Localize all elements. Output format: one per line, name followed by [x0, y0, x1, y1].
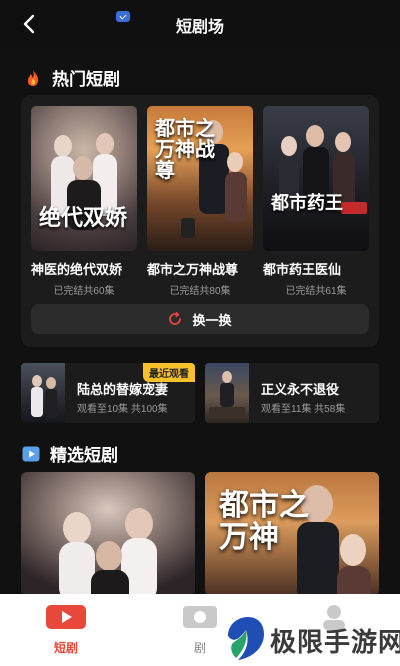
recent-thumbnail — [21, 363, 65, 423]
recent-title: 正义永不退役 — [261, 382, 340, 397]
watermark-text: 极限手游网 — [270, 627, 400, 657]
thumb-figures — [31, 375, 57, 419]
refresh-icon — [169, 312, 182, 325]
site-watermark: 极限手游网 — [218, 610, 400, 666]
featured-poster-art — [21, 472, 195, 596]
featured-section-heading: 精选短剧 — [22, 441, 118, 466]
drama-poster[interactable]: 都市之万神战尊 — [147, 106, 253, 251]
drama-poster[interactable]: 都市药王 — [263, 106, 369, 251]
thumb-figures — [209, 371, 245, 419]
drama-poster[interactable]: 绝代双娇 — [31, 106, 137, 251]
featured-poster-title-art: 都市之万神 — [219, 488, 309, 555]
poster-title-art: 都市之万神战尊 — [155, 116, 215, 182]
tab-short-drama[interactable]: 短剧 — [36, 604, 96, 656]
watermark-logo-icon — [228, 617, 264, 660]
featured-poster[interactable] — [21, 472, 195, 596]
drama-episodes: 已完结共61集 — [285, 286, 347, 297]
featured-section-title: 精选短剧 — [50, 446, 118, 465]
drama-card[interactable]: 绝代双娇 神医的绝代双娇 已完结共60集 — [31, 106, 137, 297]
play-icon — [22, 446, 40, 461]
top-bar: 短剧场 — [0, 0, 400, 48]
drama-title: 都市药王医仙 — [263, 262, 342, 277]
tab-label: 短剧 — [53, 641, 78, 655]
drama-card[interactable]: 都市药王 都市药王医仙 已完结共61集 — [263, 106, 369, 297]
featured-poster[interactable]: 都市之万神 — [205, 472, 379, 596]
refresh-label: 换一换 — [192, 312, 232, 328]
recent-progress: 观看至11集 共58集 — [261, 404, 346, 415]
drama-title: 都市之万神战尊 — [147, 262, 239, 277]
fire-icon — [27, 69, 39, 86]
hot-section-heading: 热门短剧 — [24, 65, 120, 90]
recent-progress: 观看至10集 共100集 — [77, 404, 168, 415]
recent-item[interactable]: 陆总的替嫁宠妻 观看至10集 共100集 最近观看 — [21, 363, 195, 423]
recently-watched-badge: 最近观看 — [143, 363, 195, 382]
drama-title: 神医的绝代双娇 — [31, 262, 123, 277]
poster-figures — [279, 125, 367, 214]
poster-title-art: 绝代双娇 — [39, 205, 128, 231]
recent-thumbnail — [205, 363, 249, 423]
hot-dramas-panel: 绝代双娇 神医的绝代双娇 已完结共60集 都市之万神战尊 都市之万神战尊 已完结… — [21, 95, 379, 347]
poster-title-art: 都市药王 — [271, 193, 343, 214]
drama-episodes: 已完结共80集 — [169, 286, 231, 297]
tv-play-icon — [46, 605, 86, 629]
drama-card[interactable]: 都市之万神战尊 都市之万神战尊 已完结共80集 — [147, 106, 253, 297]
refresh-button[interactable]: 换一换 — [31, 304, 369, 334]
theater-icon — [183, 606, 217, 628]
recent-item[interactable]: 正义永不退役 观看至11集 共58集 — [205, 363, 379, 423]
page-title: 短剧场 — [175, 19, 224, 36]
drama-episodes: 已完结共60集 — [53, 286, 115, 297]
hot-section-title: 热门短剧 — [52, 70, 120, 89]
